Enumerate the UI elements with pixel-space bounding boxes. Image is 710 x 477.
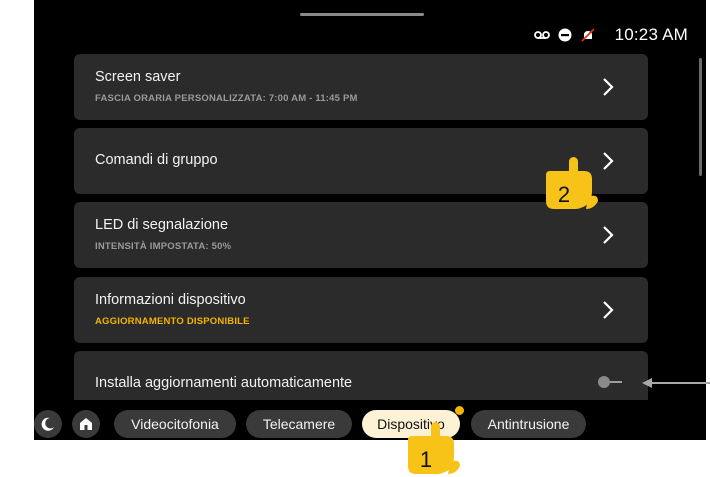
chevron-right-icon [603, 78, 614, 96]
notification-badge [455, 406, 464, 415]
home-button[interactable] [72, 410, 100, 438]
setting-device-info[interactable]: Informazioni dispositivo AGGIORNAMENTO D… [74, 277, 648, 343]
scrollbar[interactable] [699, 58, 702, 176]
moon-icon [41, 417, 54, 431]
pull-down-handle[interactable] [300, 13, 424, 16]
tab-telecamere[interactable]: Telecamere [246, 410, 352, 438]
hand-pointer-icon: 1 [408, 422, 460, 474]
chevron-right-icon [603, 226, 614, 244]
status-bar: 10:23 AM [533, 24, 688, 46]
bell-muted-icon [580, 27, 596, 43]
callout-arrow-icon [642, 378, 710, 388]
do-not-disturb-icon [557, 27, 573, 43]
clock: 10:23 AM [614, 25, 688, 44]
voicemail-icon [533, 27, 550, 43]
tab-label: Videocitofonia [131, 416, 219, 432]
hand-pointer-icon: 2 [546, 157, 598, 209]
step-number: 2 [558, 182, 570, 207]
setting-title: LED di segnalazione [95, 217, 229, 233]
setting-subtitle: INTENSITÀ IMPOSTATA: 50% [95, 241, 232, 252]
tab-antintrusione[interactable]: Antintrusione [471, 410, 586, 438]
home-icon [80, 418, 92, 430]
setting-subtitle: FASCIA ORARIA PERSONALIZZATA: 7:00 AM - … [95, 93, 358, 104]
setting-title: Screen saver [95, 69, 181, 85]
setting-screen-saver[interactable]: Screen saver FASCIA ORARIA PERSONALIZZAT… [74, 54, 648, 120]
night-mode-button[interactable] [34, 410, 62, 438]
device-screen: 10:23 AM Screen saver FASCIA ORARIA PERS… [34, 0, 706, 440]
chevron-right-icon [603, 301, 614, 319]
tab-videocitofonia[interactable]: Videocitofonia [114, 410, 236, 438]
setting-title: Installa aggiornamenti automaticamente [95, 375, 353, 391]
update-available-label: AGGIORNAMENTO DISPONIBILE [95, 316, 250, 327]
setting-title: Informazioni dispositivo [95, 292, 246, 308]
setting-title: Comandi di gruppo [95, 152, 218, 168]
step-number: 1 [420, 447, 432, 472]
tab-label: Antintrusione [487, 416, 570, 432]
bottom-navigation: Videocitofonia Telecamere Dispositivo An… [34, 400, 706, 440]
tab-label: Telecamere [262, 416, 336, 432]
chevron-right-icon [603, 152, 614, 170]
auto-update-toggle[interactable] [596, 375, 626, 389]
